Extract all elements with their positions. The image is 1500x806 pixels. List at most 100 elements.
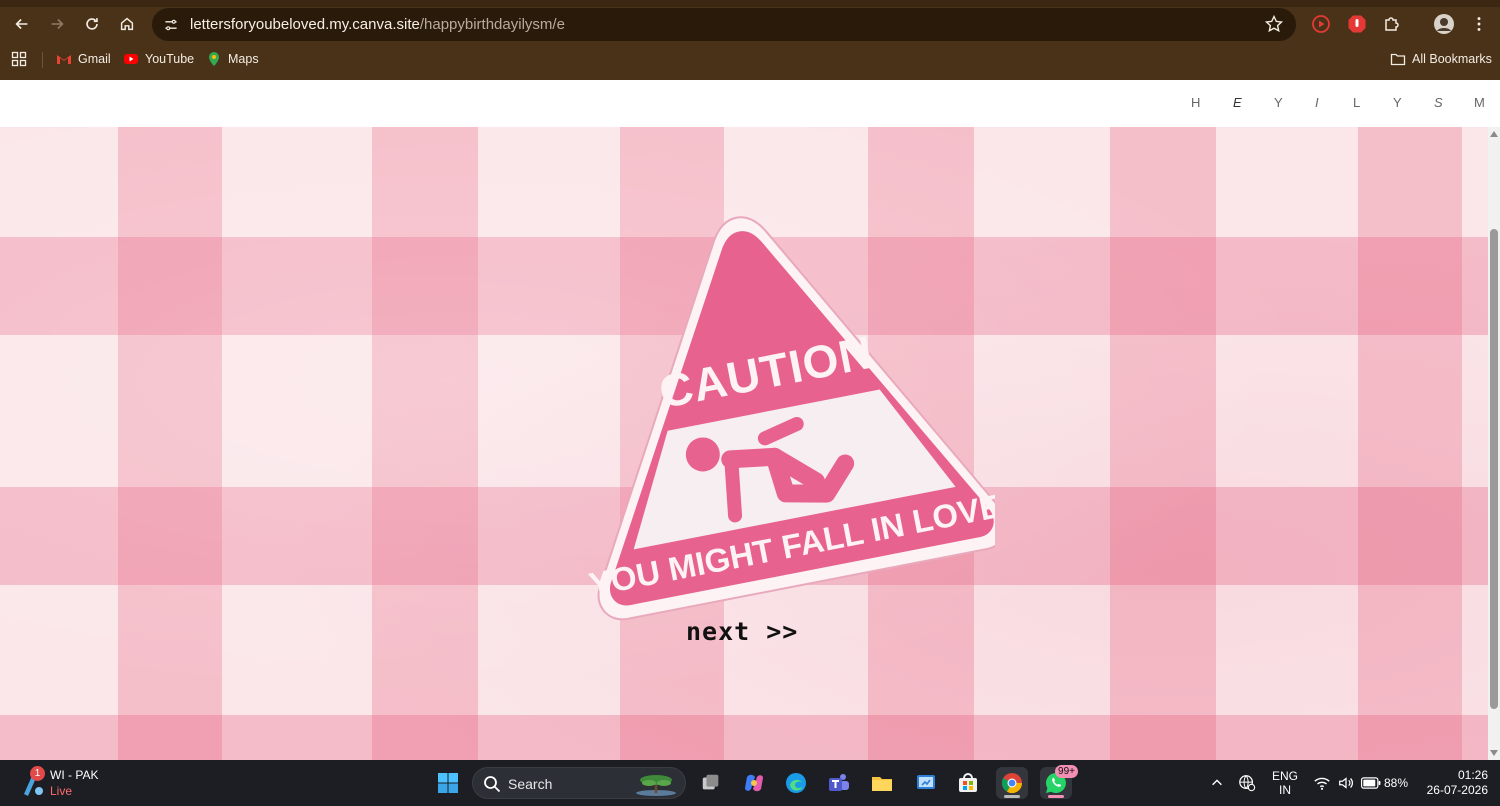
- profile-avatar[interactable]: [1432, 12, 1456, 36]
- store-button[interactable]: [952, 767, 984, 799]
- nav-letter-y2[interactable]: Y: [1393, 95, 1403, 110]
- search-icon: [484, 776, 501, 793]
- hand-stop-icon: [1348, 15, 1366, 33]
- file-explorer-button[interactable]: [866, 767, 898, 799]
- task-view-icon: [702, 774, 719, 790]
- battery-percent: 88%: [1384, 776, 1409, 790]
- store-bag-icon: [959, 773, 977, 792]
- bookmark-maps[interactable]: Maps: [206, 51, 259, 67]
- wifi-button[interactable]: [1310, 767, 1334, 799]
- whatsapp-button[interactable]: 99+: [1040, 765, 1078, 799]
- reload-button[interactable]: [77, 9, 107, 39]
- network-status-button[interactable]: [1233, 767, 1261, 799]
- all-bookmarks-button[interactable]: All Bookmarks: [1390, 51, 1492, 67]
- language-region: IN: [1279, 783, 1291, 797]
- url-text[interactable]: lettersforyoubeloved.my.canva.site/happy…: [190, 16, 565, 33]
- folder-icon: [1390, 53, 1406, 66]
- browser-chrome: lettersforyoubeloved.my.canva.site/happy…: [0, 0, 1500, 80]
- edge-icon: [786, 773, 806, 793]
- show-hidden-icons-button[interactable]: [1203, 767, 1231, 799]
- reload-icon: [86, 18, 98, 30]
- speaker-icon: [1339, 777, 1353, 789]
- back-button[interactable]: [7, 9, 37, 39]
- extensions-button[interactable]: [1380, 12, 1404, 36]
- arrow-left-icon: [15, 18, 28, 30]
- screen-app-icon: [917, 775, 935, 789]
- page-scrollbar[interactable]: [1488, 127, 1500, 760]
- language-indicator[interactable]: ENG IN: [1272, 769, 1298, 797]
- apps-button[interactable]: [11, 51, 27, 67]
- edge-button[interactable]: [780, 767, 812, 799]
- url-host: lettersforyoubeloved.my.canva.site: [190, 16, 420, 33]
- weather-badge: 1: [30, 766, 45, 781]
- teams-icon: [829, 774, 849, 791]
- taskbar-search[interactable]: Search: [472, 767, 686, 799]
- browser-menu-button[interactable]: [1467, 12, 1491, 36]
- weather-status: Live: [50, 784, 73, 798]
- bookmark-label: Maps: [228, 52, 259, 66]
- site-top-nav: H E Y I L Y S M: [0, 80, 1500, 127]
- nav-letter-l[interactable]: L: [1353, 95, 1361, 110]
- apps-grid-icon: [11, 51, 27, 67]
- web-page: H E Y I L Y S M CAUTION YOU MIGHT FALL I…: [0, 80, 1500, 760]
- clock[interactable]: 01:26 26-07-2026: [1418, 768, 1488, 798]
- start-button[interactable]: [432, 767, 464, 799]
- chrome-icon: [1001, 773, 1023, 794]
- nav-letter-s[interactable]: S: [1434, 95, 1444, 110]
- clock-date: 26-07-2026: [1426, 783, 1488, 797]
- maps-pin-icon: [209, 52, 219, 66]
- bookmark-gmail[interactable]: Gmail: [56, 51, 111, 67]
- forward-button[interactable]: [42, 9, 72, 39]
- chevron-up-icon: [1212, 779, 1222, 786]
- bookmark-star-icon[interactable]: [1264, 14, 1284, 34]
- chrome-button[interactable]: [996, 767, 1028, 799]
- clock-time: 01:26: [1457, 768, 1488, 782]
- active-indicator: [1004, 795, 1020, 798]
- caution-sign: CAUTION YOU MIGHT FALL IN LOVE.: [586, 216, 995, 621]
- nav-letter-y[interactable]: Y: [1274, 95, 1284, 110]
- wifi-icon: [1314, 777, 1330, 790]
- nav-letter-h[interactable]: H: [1191, 95, 1201, 110]
- nav-letter-e[interactable]: E: [1233, 95, 1243, 110]
- task-view-button[interactable]: [695, 767, 727, 799]
- windows-taskbar: 1 WI - PAK Live Search 99+ ENG IN 88% 01…: [0, 760, 1500, 806]
- weather-widget[interactable]: 1 WI - PAK Live: [18, 766, 138, 800]
- record-icon: [1312, 15, 1330, 33]
- whatsapp-unread-badge: 99+: [1055, 765, 1078, 778]
- browser-toolbar: lettersforyoubeloved.my.canva.site/happy…: [0, 7, 1500, 43]
- active-indicator: [1048, 795, 1064, 798]
- nav-letter-m[interactable]: M: [1474, 95, 1486, 110]
- gmail-icon: [57, 55, 71, 64]
- app-button[interactable]: [910, 767, 942, 799]
- battery-button[interactable]: [1358, 767, 1384, 799]
- windows-logo-icon: [438, 773, 458, 793]
- battery-icon: [1360, 777, 1381, 789]
- more-vertical-icon: [1477, 17, 1481, 31]
- home-icon: [120, 17, 134, 31]
- scroll-up-arrow-icon[interactable]: [1490, 131, 1498, 137]
- url-path: /happybirthdayilysm/e: [419, 16, 565, 33]
- search-label: Search: [508, 776, 553, 792]
- next-link[interactable]: next >>: [686, 617, 798, 646]
- bookmark-youtube[interactable]: YouTube: [123, 51, 194, 67]
- puzzle-icon: [1385, 17, 1399, 31]
- volume-button[interactable]: [1334, 767, 1358, 799]
- adblock-extension-button[interactable]: [1345, 12, 1369, 36]
- address-bar[interactable]: lettersforyoubeloved.my.canva.site/happy…: [152, 8, 1296, 41]
- copilot-button[interactable]: [738, 767, 770, 799]
- all-bookmarks-label: All Bookmarks: [1412, 52, 1492, 66]
- bookmarks-bar: Gmail YouTube Maps All Bookmarks: [0, 47, 1500, 73]
- weather-title: WI - PAK: [50, 768, 99, 782]
- folder-icon: [872, 777, 892, 791]
- record-extension-button[interactable]: [1309, 12, 1333, 36]
- home-button[interactable]: [112, 9, 142, 39]
- nav-letter-i[interactable]: I: [1315, 95, 1320, 110]
- avatar-icon: [1434, 14, 1454, 34]
- teams-button[interactable]: [823, 767, 855, 799]
- tab-strip: [0, 0, 1500, 7]
- scrollbar-thumb[interactable]: [1490, 229, 1498, 709]
- bookmark-label: YouTube: [145, 52, 195, 66]
- site-info-button[interactable]: [160, 14, 182, 36]
- language-code: ENG: [1272, 769, 1299, 783]
- scroll-down-arrow-icon[interactable]: [1490, 750, 1498, 756]
